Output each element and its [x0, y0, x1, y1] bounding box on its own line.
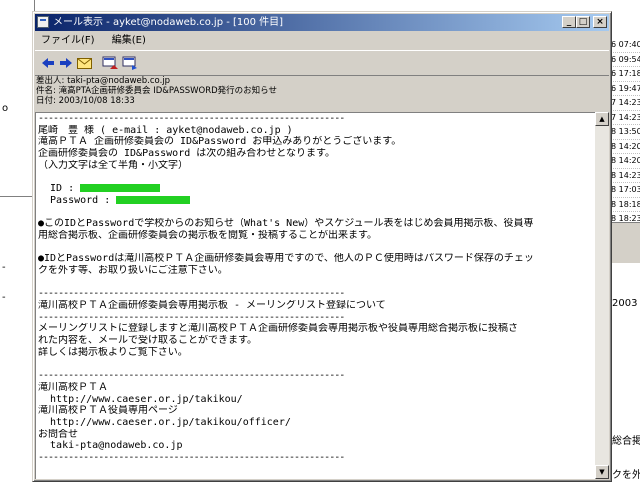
toolbar: [35, 50, 609, 76]
section-title: 滝川高校ＰＴＡ企画研修委員会専用掲示板 - メーリングリスト登録について: [38, 300, 386, 311]
background-time-row: 8 18:18: [610, 198, 640, 212]
mail-icon: [37, 16, 49, 28]
signature-url-1[interactable]: http://www.caeser.or.jp/takikou/: [38, 394, 592, 406]
header-subject: 件名: 滝高PTA企画研修委員会 ID&PASSWORD発行のお知らせ: [36, 86, 277, 96]
separator-line: ----------------------------------------…: [38, 288, 345, 300]
background-time-row: 8 14:20: [610, 154, 640, 169]
message-body[interactable]: ----------------------------------------…: [35, 112, 596, 479]
background-time-row: 8 13:50: [610, 125, 640, 140]
background-time-row: 7 14:23: [610, 111, 640, 125]
background-preview-text: 2003: [612, 298, 638, 309]
background-time-row: 8 14:23: [610, 169, 640, 183]
background-time-row: 8 14:20: [610, 140, 640, 154]
id-label: ID :: [38, 183, 75, 195]
background-time-column: 6 07:40 6 09:54 6 17:18 6 19:47 7 14:23 7 14:…: [610, 38, 640, 241]
mailing-list-line-1: メーリングリストに登録しますと滝川高校ＰＴＡ企画研修委員会専用掲示板や役員専用総…: [38, 323, 518, 335]
background-time-row: 8 17:03: [610, 183, 640, 198]
close-button[interactable]: ×: [593, 16, 607, 28]
combo-line: 企画研修委員会の ID&Password は次の組み合わせとなります。: [38, 148, 335, 160]
signature-contact: お問合せ: [38, 428, 78, 440]
background-time-row: 6 19:47: [610, 82, 640, 96]
envelope-icon[interactable]: [75, 54, 93, 72]
menu-bar: ファイル(F) 編集(E): [35, 32, 609, 49]
maximize-button[interactable]: □: [576, 16, 590, 28]
thanks-line: 滝高ＰＴＡ 企画研修委員会の ID&Password お申込みありがとうございま…: [38, 136, 402, 148]
forward-arrow-icon[interactable]: [57, 54, 75, 72]
background-time-row: 6 09:54: [610, 53, 640, 67]
header-from: 差出人: taki-pta@nodaweb.co.jp: [36, 76, 171, 86]
background-time-row: 7 14:23: [610, 96, 640, 111]
note-line: （入力文字は全て半角・小文字）: [38, 159, 188, 171]
background-preview-text: クを外: [612, 470, 640, 481]
reply-icon[interactable]: [101, 54, 119, 72]
background-time-row: 6 17:18: [610, 67, 640, 82]
background-glyph: -: [2, 262, 6, 273]
background-glyph: o: [2, 103, 9, 114]
window-title: メール表示 - ayket@nodaweb.co.jp - [100 件目]: [53, 17, 284, 28]
id-line: ID :: [38, 183, 592, 195]
menu-file[interactable]: ファイル(F): [41, 35, 95, 46]
signature-url-2[interactable]: http://www.caeser.or.jp/takikou/officer/: [38, 417, 592, 429]
signature-officer: 滝川高校ＰＴＡ役員専用ページ: [38, 405, 178, 417]
separator-line: ----------------------------------------…: [38, 311, 345, 323]
menu-edit[interactable]: 編集(E): [112, 35, 146, 46]
separator-line: ----------------------------------------…: [38, 113, 345, 124]
greeting-line: 尾崎 豊 様 ( e-mail : ayket@nodaweb.co.jp ): [38, 124, 293, 136]
background-preview-text: 総合掲: [612, 436, 640, 447]
redacted-id: [80, 184, 161, 193]
scroll-up-arrow[interactable]: ▲: [595, 112, 609, 126]
background-time-row: 6 07:40: [610, 38, 640, 53]
redacted-password: [116, 195, 191, 204]
paragraph-1-line-2: 用総合掲示板、企画研修委員会の掲示板を閲覧・投稿することが出来ます。: [38, 229, 377, 241]
vertical-scrollbar[interactable]: ▲ ▼: [595, 112, 609, 479]
mail-view-window: メール表示 - ayket@nodaweb.co.jp - [100 件目] _…: [32, 11, 612, 482]
background-mail-list: 6 07:40 6 09:54 6 17:18 6 19:47 7 14:23 7 14:…: [610, 0, 640, 481]
forward-mail-icon[interactable]: [121, 54, 139, 72]
minimize-button[interactable]: _: [562, 16, 576, 28]
password-label: Password :: [38, 194, 111, 206]
header-date: 日付: 2003/10/08 18:33: [36, 96, 135, 106]
background-splitter: [610, 222, 640, 263]
password-line: Password :: [38, 195, 592, 207]
separator-line: ----------------------------------------…: [38, 370, 345, 382]
paragraph-2-line-2: クを外す等、お取り扱いにご注意下さい。: [38, 264, 228, 276]
back-arrow-icon[interactable]: [39, 54, 57, 72]
signature-email[interactable]: taki-pta@nodaweb.co.jp: [38, 440, 592, 452]
separator-line: ----------------------------------------…: [38, 451, 345, 463]
paragraph-2-line-1: ●IDとPasswordは滝川高校ＰＴＡ企画研修委員会専用ですので、他人のＰＣ使…: [38, 253, 534, 265]
paragraph-1-line-1: ●このIDとPasswordで学校からのお知らせ（What's New）やスケジ…: [38, 218, 534, 230]
background-app-left: o - -: [0, 0, 35, 480]
mail-headers: 差出人: taki-pta@nodaweb.co.jp 件名: 滝高PTA企画研…: [35, 76, 609, 112]
mailing-list-line-2: れた内容を、メールで受け取ることができます。: [38, 335, 257, 347]
background-divider: [0, 196, 34, 197]
scroll-down-arrow[interactable]: ▼: [595, 465, 609, 479]
mailing-list-line-3: 詳しくは掲示板よりご覧下さい。: [38, 346, 188, 358]
title-bar[interactable]: メール表示 - ayket@nodaweb.co.jp - [100 件目] _…: [35, 14, 609, 31]
background-glyph: -: [2, 292, 6, 303]
signature-school: 滝川高校ＰＴＡ: [38, 381, 108, 393]
